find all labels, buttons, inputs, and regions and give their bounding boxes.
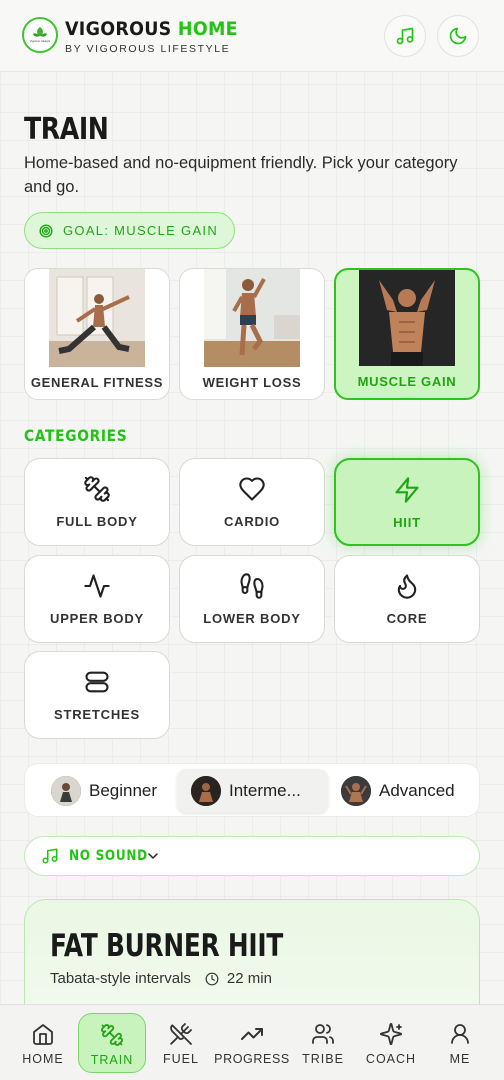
nav-fuel[interactable]: FUEL: [147, 1013, 215, 1073]
nav-label: ME: [449, 1052, 471, 1066]
nav-label: COACH: [365, 1052, 417, 1066]
trending-up-icon: [241, 1028, 263, 1040]
music-note-icon: [396, 27, 414, 45]
category-label: STRETCHES: [54, 707, 140, 722]
avatar: [191, 776, 221, 806]
workout-meta: Tabata-style intervals 22 min: [50, 970, 272, 987]
page-title: TRAIN: [24, 112, 109, 147]
sound-selector[interactable]: NO SOUND: [24, 836, 480, 876]
category-upper-body[interactable]: UPPER BODY: [24, 555, 170, 643]
sound-label: NO SOUND: [69, 848, 148, 864]
theme-toggle-button[interactable]: [437, 15, 479, 57]
utensils-icon: [170, 1023, 192, 1045]
level-beginner[interactable]: Beginner: [37, 769, 171, 813]
leaf-logo-icon: Vigorous Lifestyle: [30, 27, 51, 43]
nav-coach[interactable]: COACH: [357, 1013, 425, 1073]
app-header: Vigorous Lifestyle VIGOROUS HOME BY VIGO…: [0, 0, 504, 72]
avatar: [51, 776, 81, 806]
lightning-icon: [395, 477, 419, 503]
stretch-icon: [85, 671, 109, 693]
program-card-general-fitness[interactable]: GENERAL FITNESS: [24, 268, 170, 400]
program-label: GENERAL FITNESS: [30, 375, 164, 390]
target-icon: [39, 223, 53, 238]
general-fitness-image: [49, 269, 145, 367]
user-icon: [451, 1024, 469, 1044]
program-card-weight-loss[interactable]: WEIGHT LOSS: [179, 268, 325, 400]
moon-icon: [449, 27, 467, 45]
nav-me[interactable]: ME: [426, 1013, 494, 1073]
app-subtitle: BY VIGOROUS LIFESTYLE: [65, 43, 231, 55]
workout-duration: 22 min: [226, 970, 272, 987]
app-title: VIGOROUS HOME: [65, 18, 238, 40]
nav-label: PROGRESS: [214, 1052, 290, 1066]
nav-tribe[interactable]: TRIBE: [289, 1013, 357, 1073]
level-label: Interme...: [229, 781, 301, 800]
category-hiit[interactable]: HIIT: [334, 458, 480, 546]
users-icon: [312, 1024, 334, 1044]
categories-heading: CATEGORIES: [24, 426, 128, 445]
level-intermediate[interactable]: Interme...: [177, 769, 328, 813]
pulse-icon: [84, 574, 110, 598]
program-label: MUSCLE GAIN: [357, 374, 457, 389]
heart-icon: [239, 477, 265, 501]
category-full-body[interactable]: FULL BODY: [24, 458, 170, 546]
workout-title: FAT BURNER HIIT: [50, 928, 284, 964]
clock-icon: [205, 972, 219, 985]
category-lower-body[interactable]: LOWER BODY: [179, 555, 325, 643]
svg-text:Vigorous Lifestyle: Vigorous Lifestyle: [30, 39, 51, 43]
category-label: LOWER BODY: [203, 611, 301, 626]
category-label: UPPER BODY: [50, 611, 144, 626]
weight-loss-image: [204, 269, 300, 367]
brand-text: VIGOROUS HOME BY VIGOROUS LIFESTYLE: [65, 18, 253, 55]
level-label: Advanced: [379, 781, 455, 800]
goal-badge[interactable]: GOAL: MUSCLE GAIN: [24, 212, 236, 249]
nav-label: TRAIN: [90, 1053, 134, 1067]
nav-train[interactable]: TRAIN: [78, 1013, 146, 1073]
brand-logo[interactable]: Vigorous Lifestyle: [22, 17, 58, 53]
music-toggle-button[interactable]: [384, 15, 426, 57]
level-advanced[interactable]: Advanced: [327, 769, 469, 813]
category-label: CORE: [386, 611, 428, 626]
avatar: [341, 776, 371, 806]
music-note-icon: [42, 848, 58, 864]
footprints-icon: [240, 573, 264, 599]
dumbbell-icon: [101, 1024, 123, 1046]
bottom-navigation: HOME TRAIN FUEL PROGRESS TRIBE COACH ME: [0, 1004, 504, 1080]
page-description: Home-based and no-equipment friendly. Pi…: [24, 154, 458, 196]
nav-label: TRIBE: [302, 1052, 344, 1066]
flame-icon: [397, 574, 417, 599]
nav-label: FUEL: [163, 1052, 199, 1066]
goal-label: GOAL: MUSCLE GAIN: [63, 223, 219, 238]
home-icon: [33, 1024, 53, 1045]
category-label: CARDIO: [223, 514, 281, 529]
sparkles-icon: [380, 1023, 402, 1045]
category-label: FULL BODY: [56, 514, 138, 529]
muscle-gain-image: [359, 270, 455, 368]
category-stretches[interactable]: STRETCHES: [24, 651, 170, 739]
nav-label: HOME: [22, 1052, 64, 1066]
nav-progress[interactable]: PROGRESS: [213, 1013, 291, 1073]
nav-home[interactable]: HOME: [9, 1013, 77, 1073]
program-card-muscle-gain[interactable]: MUSCLE GAIN: [334, 268, 480, 400]
category-label: HIIT: [393, 515, 421, 530]
workout-subtitle: Tabata-style intervals: [50, 970, 191, 987]
category-core[interactable]: CORE: [334, 555, 480, 643]
program-label: WEIGHT LOSS: [202, 375, 302, 390]
dumbbell-icon: [84, 476, 110, 502]
level-label: Beginner: [89, 781, 158, 800]
level-selector: Beginner Interme... Advanced: [24, 763, 480, 817]
category-cardio[interactable]: CARDIO: [179, 458, 325, 546]
